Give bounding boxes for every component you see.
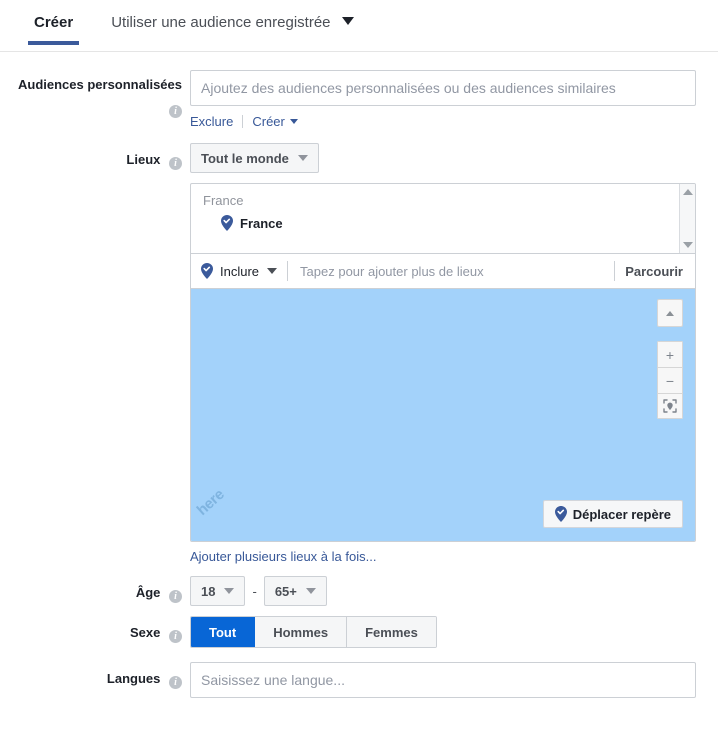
- gender-option-all-label: Tout: [209, 624, 237, 640]
- tab-creer-label: Créer: [34, 14, 74, 31]
- move-pin-button[interactable]: Déplacer repère: [542, 500, 683, 528]
- chevron-down-icon[interactable]: [289, 119, 298, 124]
- chevron-down-icon: [267, 268, 278, 274]
- age-field-col: 18 - 65+: [190, 576, 718, 606]
- scroll-down-icon[interactable]: [682, 242, 693, 248]
- age-label: Âge: [135, 585, 161, 600]
- languages-field-col: [190, 662, 718, 698]
- list-item-label: France: [240, 215, 283, 231]
- languages-label: Langues: [106, 671, 161, 686]
- map-pin-check-icon: [201, 263, 213, 279]
- gender-row: Sexe i Tout Hommes Femmes: [0, 616, 718, 648]
- targeting-form: Audiences personnalisées i Exclure Créer…: [0, 52, 718, 698]
- exclude-link[interactable]: Exclure: [190, 114, 233, 129]
- info-icon[interactable]: i: [169, 676, 182, 689]
- custom-audiences-label: Audiences personnalisées: [17, 77, 182, 92]
- tab-use-saved-audience[interactable]: Utiliser une audience enregistrée: [101, 0, 363, 44]
- location-scope-label: Tout le monde: [201, 150, 289, 166]
- list-item[interactable]: France: [203, 215, 695, 231]
- create-audience-link[interactable]: Créer: [252, 114, 285, 129]
- divider: [287, 261, 289, 281]
- map-pin-check-icon: [554, 506, 567, 522]
- map-collapse-button[interactable]: [657, 299, 683, 327]
- divider: [614, 261, 616, 281]
- age-row: Âge i 18 - 65+: [0, 576, 718, 606]
- age-range-separator: -: [252, 583, 257, 599]
- gender-option-men[interactable]: Hommes: [255, 617, 348, 647]
- move-pin-label: Déplacer repère: [572, 506, 671, 522]
- map-controls: + −: [657, 299, 683, 419]
- map-zoom-out-button[interactable]: −: [657, 367, 683, 393]
- chevron-down-icon: [305, 588, 316, 594]
- languages-row: Langues i: [0, 662, 718, 698]
- browse-button[interactable]: Parcourir: [625, 264, 695, 279]
- selected-locations-list: France France: [191, 184, 695, 254]
- tab-use-saved-audience-label: Utiliser une audience enregistrée: [111, 14, 331, 31]
- map-recenter-button[interactable]: [657, 393, 683, 419]
- location-input-row: Inclure Parcourir: [191, 254, 695, 289]
- locations-field-col: Tout le monde France France Inclure Tape…: [190, 143, 718, 566]
- chevron-down-icon: [297, 155, 308, 161]
- minus-icon: −: [665, 372, 675, 389]
- age-min-dropdown[interactable]: 18: [190, 576, 246, 606]
- chevron-down-icon: [224, 588, 235, 594]
- location-scope-dropdown[interactable]: Tout le monde: [190, 143, 319, 173]
- tab-bar: Créer Utiliser une audience enregistrée: [0, 0, 718, 52]
- gender-option-men-label: Hommes: [273, 624, 329, 640]
- map-zoom-in-button[interactable]: +: [657, 341, 683, 367]
- chevron-up-icon: [666, 310, 674, 316]
- locations-scrollbar[interactable]: [679, 184, 695, 253]
- locations-label: Lieux: [126, 152, 161, 167]
- include-mode-label: Inclure: [220, 263, 260, 279]
- gender-option-women-label: Femmes: [365, 624, 418, 640]
- custom-audiences-info-wrap: i: [0, 99, 182, 118]
- tab-creer[interactable]: Créer: [24, 0, 83, 45]
- link-separator: [242, 115, 244, 128]
- custom-audiences-label-col: Audiences personnalisées i: [0, 70, 190, 118]
- gender-field-col: Tout Hommes Femmes: [190, 616, 718, 648]
- bulk-add-locations-link[interactable]: Ajouter plusieurs lieux à la fois...: [190, 549, 376, 564]
- age-max-value: 65+: [274, 583, 297, 599]
- location-map[interactable]: + − here Déplacer repère: [191, 289, 695, 541]
- languages-label-col: Langues i: [0, 662, 190, 689]
- map-watermark: here: [193, 485, 228, 519]
- info-icon[interactable]: i: [169, 590, 182, 603]
- custom-audiences-input[interactable]: [190, 70, 696, 106]
- plus-icon: +: [665, 346, 675, 363]
- age-min-value: 18: [201, 583, 216, 599]
- locate-icon: [663, 399, 677, 413]
- age-max-dropdown[interactable]: 65+: [263, 576, 327, 606]
- custom-audiences-sublinks: Exclure Créer: [190, 114, 696, 129]
- custom-audiences-field-col: Exclure Créer: [190, 70, 718, 129]
- info-icon[interactable]: i: [169, 630, 182, 643]
- gender-segmented-control: Tout Hommes Femmes: [190, 616, 437, 648]
- gender-option-all[interactable]: Tout: [191, 617, 256, 647]
- map-pin-check-icon: [221, 215, 233, 231]
- locations-row: Lieux i Tout le monde France France Incl…: [0, 143, 718, 566]
- locations-widget: France France Inclure Tapez pour ajouter…: [190, 183, 696, 542]
- chevron-down-icon: [341, 17, 354, 25]
- map-zoom-controls: + −: [657, 341, 683, 419]
- audience-targeting-panel: Créer Utiliser une audience enregistrée …: [0, 0, 718, 750]
- gender-option-women[interactable]: Femmes: [347, 617, 436, 647]
- locations-label-col: Lieux i: [0, 143, 190, 170]
- custom-audiences-row: Audiences personnalisées i Exclure Créer: [0, 70, 718, 129]
- info-icon[interactable]: i: [169, 105, 182, 118]
- gender-label-col: Sexe i: [0, 616, 190, 643]
- gender-label: Sexe: [130, 625, 161, 640]
- scroll-up-icon[interactable]: [682, 189, 693, 195]
- age-label-col: Âge i: [0, 576, 190, 603]
- age-range-controls: 18 - 65+: [190, 576, 696, 606]
- include-mode-dropdown[interactable]: Inclure: [201, 263, 278, 279]
- languages-input[interactable]: [190, 662, 696, 698]
- location-group-title: France: [203, 193, 244, 208]
- location-search-input[interactable]: [298, 262, 605, 280]
- info-icon[interactable]: i: [169, 157, 182, 170]
